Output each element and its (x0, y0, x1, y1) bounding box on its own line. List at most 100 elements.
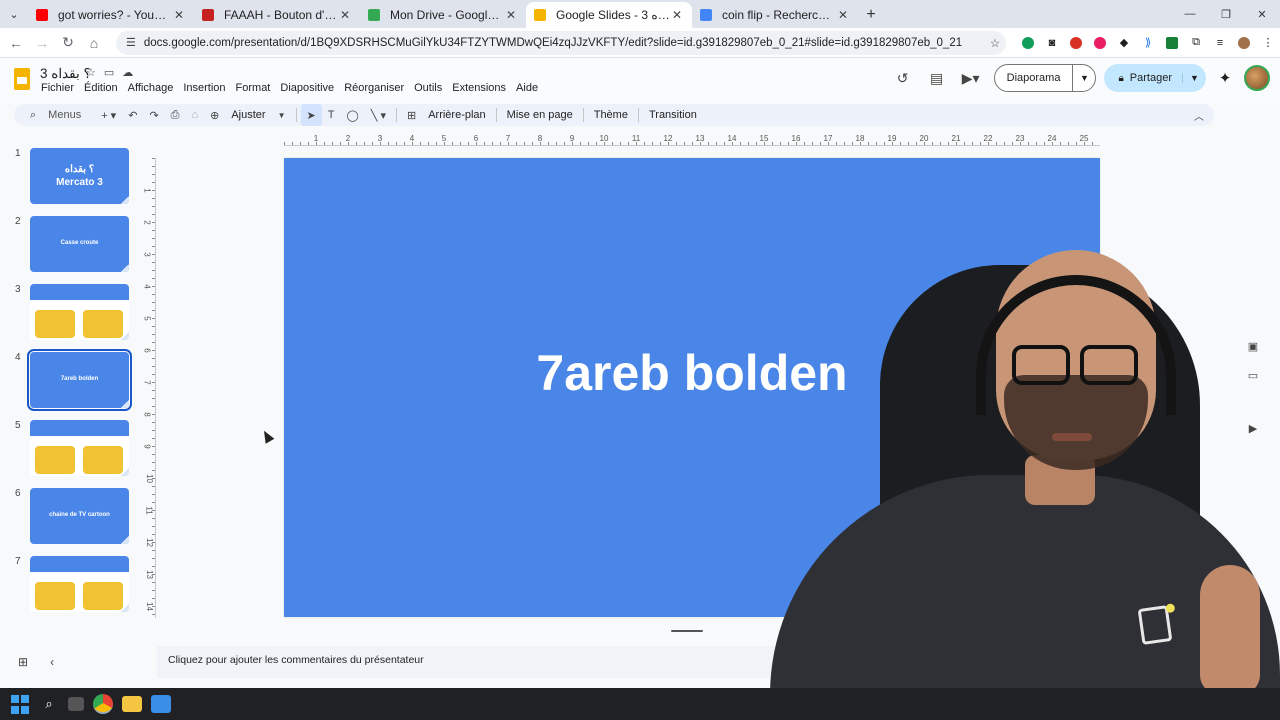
slide-thumbnail-row[interactable]: 2 Casse croute (0, 208, 150, 272)
paint-format-icon[interactable]: ⌂ (185, 104, 204, 126)
slide-thumbnail[interactable] (30, 284, 129, 340)
shape-icon[interactable]: ╲ ▾ (365, 104, 392, 126)
bookmark-star-icon[interactable]: ☆ (984, 36, 1006, 50)
paint-app-icon[interactable] (151, 695, 171, 713)
menu-item[interactable]: Fichier (41, 82, 74, 94)
minimize-icon[interactable]: — (1172, 0, 1208, 28)
tab-close-icon[interactable]: ✕ (670, 8, 684, 22)
speaker-notes[interactable]: Cliquez pour ajouter les commentaires du… (157, 646, 1220, 678)
menu-item[interactable]: Extensions (452, 82, 506, 94)
slide-thumbnail[interactable]: chaine de TV cartoon (30, 488, 129, 544)
new-tab-button[interactable]: + (858, 2, 884, 28)
keep-icon[interactable]: ▣ (1248, 340, 1258, 353)
layout-button[interactable]: Mise en page (501, 104, 579, 126)
browser-tab[interactable]: got worries? - YouTube ✕ (28, 2, 194, 28)
browser-tab[interactable]: coin flip - Recherche Google✕ (692, 2, 858, 28)
taskbar-search-icon[interactable]: ⌕ (39, 694, 59, 714)
menu-item[interactable]: Édition (84, 82, 118, 94)
slides-logo-icon[interactable] (14, 68, 30, 90)
extension-green-icon[interactable] (1160, 33, 1184, 53)
drive-folder-icon[interactable]: ▭ (1248, 369, 1258, 382)
browser-tab[interactable]: FAAAH - Bouton d'effet sonore✕ (194, 2, 360, 28)
document-title[interactable]: ؟ بقداه 3 (40, 66, 91, 82)
slideshow-label[interactable]: Diaporama (995, 65, 1074, 91)
transition-button[interactable]: Transition (643, 104, 703, 126)
camera-extension-icon[interactable]: ◙ (1040, 33, 1064, 53)
menu-item[interactable]: Outils (414, 82, 442, 94)
grid-view-icon[interactable]: ⊞ (18, 655, 28, 669)
slideshow-button[interactable]: Diaporama ▼ (993, 64, 1097, 92)
slide-thumbnail-row[interactable]: 4 7areb bolden (0, 344, 150, 411)
menu-item[interactable]: Affichage (128, 82, 174, 94)
profile-avatar-icon[interactable] (1232, 33, 1256, 53)
slide-thumbnail[interactable]: Casse croute (30, 216, 129, 272)
slide-thumbnail[interactable]: 7areb bolden (27, 349, 132, 411)
slide-thumbnail[interactable]: ؟ بقداه Mercato 3 (30, 148, 129, 204)
vertical-ruler[interactable]: 1 2 3 4 5 6 7 8 9 10 11 12 13 14 (143, 158, 156, 618)
zoom-icon[interactable]: ⊕ (204, 104, 225, 126)
browser-tab[interactable]: Google Slides - ؟ بقداه 3✕ (526, 2, 692, 28)
close-window-icon[interactable]: ✕ (1244, 0, 1280, 28)
browser-tab[interactable]: Mon Drive - Google Drive✕ (360, 2, 526, 28)
search-menus-label[interactable]: Menus (42, 104, 95, 126)
slide-thumbnail-row[interactable]: 5 (0, 412, 150, 476)
tab-close-icon[interactable]: ✕ (172, 8, 186, 22)
redo-icon[interactable]: ↷ (143, 104, 164, 126)
extensions-puzzle-icon[interactable]: ⧉ (1184, 33, 1208, 53)
share-dropdown-icon[interactable]: ▼ (1182, 73, 1206, 83)
extension-diamond-icon[interactable]: ◆ (1112, 33, 1136, 53)
slide-thumbnail-row[interactable]: 1 ؟ بقداه Mercato 3 (0, 140, 150, 204)
notes-resize-handle[interactable] (671, 630, 703, 632)
zoom-select[interactable]: Ajuster (225, 104, 271, 126)
site-info-icon[interactable]: ☰ (126, 36, 136, 49)
tab-close-icon[interactable]: ✕ (504, 8, 518, 22)
menu-item[interactable]: Diapositive (280, 82, 334, 94)
collapse-filmstrip-icon[interactable]: ‹ (50, 655, 54, 669)
tab-search-icon[interactable]: ⌄ (0, 0, 28, 28)
comment-add-icon[interactable]: ⊞ (401, 104, 422, 126)
collapse-toolbar-icon[interactable]: ︿ (1194, 108, 1204, 123)
extension-1-icon[interactable] (1016, 33, 1040, 53)
gemini-sparkle-icon[interactable]: ✦ (1210, 69, 1240, 87)
side-extra-icon[interactable]: ▶ (1249, 422, 1257, 435)
chrome-icon[interactable] (93, 694, 113, 714)
new-slide-icon[interactable]: + ▾ (95, 104, 122, 126)
extension-wave-icon[interactable]: ⟫ (1136, 33, 1160, 53)
url-field[interactable]: ☰ docs.google.com/presentation/d/1BQ9XDS… (116, 30, 1006, 55)
move-folder-icon[interactable]: ▭ (104, 66, 114, 79)
file-explorer-icon[interactable] (122, 696, 142, 712)
browser-menu-icon[interactable]: ⋮ (1256, 33, 1280, 53)
tab-close-icon[interactable]: ✕ (338, 8, 352, 22)
extension-red-icon[interactable] (1064, 33, 1088, 53)
reload-icon[interactable]: ↻ (56, 31, 80, 55)
account-avatar[interactable] (1244, 65, 1270, 91)
search-menus-icon[interactable]: ⌕ (24, 104, 42, 126)
background-button[interactable]: Arrière-plan (422, 104, 491, 126)
cloud-status-icon[interactable]: ☁ (122, 66, 133, 79)
menu-item[interactable]: Insertion (183, 82, 225, 94)
menu-item[interactable]: Aide (516, 82, 538, 94)
extension-pink-icon[interactable] (1088, 33, 1112, 53)
zoom-dropdown-icon[interactable]: ▼ (272, 104, 292, 126)
image-icon[interactable]: ◯ (340, 104, 364, 126)
home-icon[interactable]: ⌂ (82, 31, 106, 55)
meet-camera-icon[interactable]: ▶▾ (954, 70, 988, 87)
slideshow-dropdown-icon[interactable]: ▼ (1073, 73, 1095, 83)
tab-close-icon[interactable]: ✕ (836, 8, 850, 22)
comments-icon[interactable]: ▤ (920, 70, 954, 87)
slide-thumbnail-row[interactable]: 3 (0, 276, 150, 340)
maximize-icon[interactable]: ❐ (1208, 0, 1244, 28)
history-icon[interactable]: ↺ (886, 70, 920, 87)
undo-icon[interactable]: ↶ (122, 104, 143, 126)
slide-thumbnail[interactable] (30, 556, 129, 612)
slide-title-text[interactable]: 7areb bolden (284, 344, 1100, 402)
back-icon[interactable]: ← (4, 31, 28, 55)
slide-thumbnail-row[interactable]: 7 (0, 548, 150, 612)
print-icon[interactable]: ⎙ (165, 104, 186, 126)
menu-item[interactable]: Format (236, 82, 271, 94)
windows-start-icon[interactable] (10, 694, 30, 714)
slide-thumbnail-row[interactable]: 6 chaine de TV cartoon (0, 480, 150, 544)
slide-thumbnail[interactable] (30, 420, 129, 476)
horizontal-ruler[interactable]: 1 2 3 4 5 6 7 8 9 10 11 12 13 14 15 16 17 18 19 20 21 22 23 24 2… (284, 134, 1100, 146)
text-box-icon[interactable]: T (322, 104, 341, 126)
